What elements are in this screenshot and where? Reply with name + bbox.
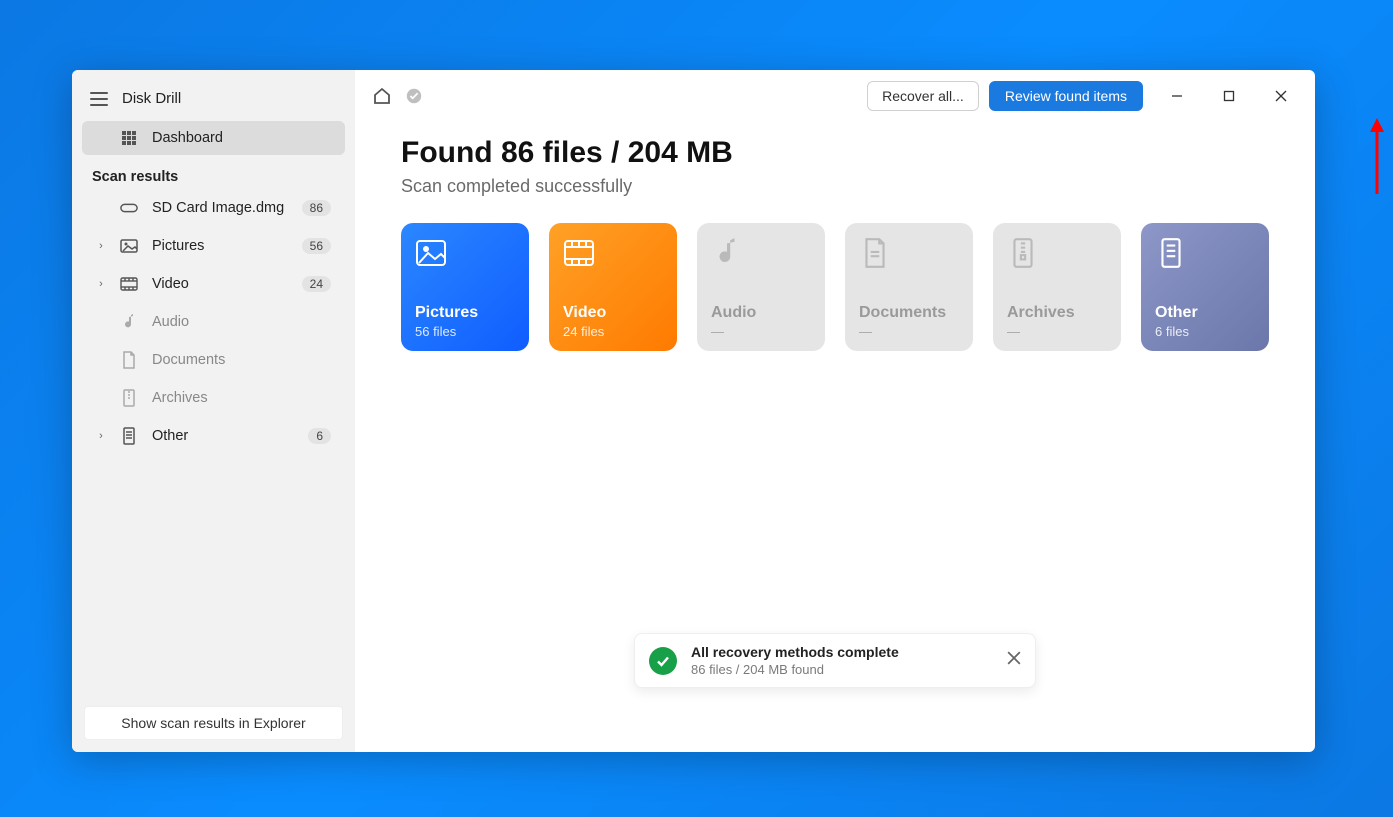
tile-video[interactable]: Video 24 files xyxy=(549,223,677,351)
recover-all-button[interactable]: Recover all... xyxy=(867,81,979,111)
tile-title: Pictures xyxy=(415,304,515,322)
tile-sub: — xyxy=(1007,324,1107,339)
toast-close-button[interactable] xyxy=(1007,651,1021,670)
sidebar-item-sdcard[interactable]: SD Card Image.dmg 86 xyxy=(82,191,345,225)
document-icon xyxy=(859,237,959,274)
category-tiles: Pictures 56 files Video 24 files xyxy=(401,223,1269,351)
sidebar-item-audio[interactable]: Audio xyxy=(82,305,345,339)
pictures-icon xyxy=(415,237,515,274)
check-badge-icon[interactable] xyxy=(403,85,425,107)
content: Found 86 files / 204 MB Scan completed s… xyxy=(355,122,1315,351)
window-maximize-button[interactable] xyxy=(1211,82,1247,110)
annotation-arrow xyxy=(1367,116,1387,196)
tile-audio[interactable]: Audio — xyxy=(697,223,825,351)
pictures-icon xyxy=(120,237,138,255)
tile-title: Other xyxy=(1155,304,1255,322)
page-title: Found 86 files / 204 MB xyxy=(401,136,1269,170)
count-badge: 86 xyxy=(302,200,331,216)
main-area: Recover all... Review found items Found … xyxy=(355,70,1315,752)
sidebar-item-label: SD Card Image.dmg xyxy=(152,200,284,216)
sidebar-item-archives[interactable]: Archives xyxy=(82,381,345,415)
sidebar: Disk Drill Dashboard Scan results SD Car… xyxy=(72,70,355,752)
tile-sub: 56 files xyxy=(415,324,515,339)
app-window: Disk Drill Dashboard Scan results SD Car… xyxy=(72,70,1315,752)
count-badge: 56 xyxy=(302,238,331,254)
toast-title: All recovery methods complete xyxy=(691,644,899,660)
audio-icon xyxy=(120,313,138,331)
sidebar-item-label: Other xyxy=(152,428,188,444)
success-check-icon xyxy=(649,647,677,675)
tile-pictures[interactable]: Pictures 56 files xyxy=(401,223,529,351)
video-icon xyxy=(120,275,138,293)
toast-sub: 86 files / 204 MB found xyxy=(691,662,899,677)
sidebar-item-label: Archives xyxy=(152,390,208,406)
window-minimize-button[interactable] xyxy=(1159,82,1195,110)
tile-title: Documents xyxy=(859,304,959,322)
window-close-button[interactable] xyxy=(1263,82,1299,110)
count-badge: 6 xyxy=(308,428,331,444)
sidebar-item-label: Audio xyxy=(152,314,189,330)
chevron-right-icon: › xyxy=(96,278,106,290)
sidebar-item-label: Documents xyxy=(152,352,225,368)
tile-title: Archives xyxy=(1007,304,1107,322)
video-icon xyxy=(563,237,663,274)
home-icon[interactable] xyxy=(371,85,393,107)
disk-icon xyxy=(120,199,138,217)
sidebar-section-label: Scan results xyxy=(72,159,355,191)
sidebar-item-pictures[interactable]: › Pictures 56 xyxy=(82,229,345,263)
sidebar-item-video[interactable]: › Video 24 xyxy=(82,267,345,301)
chevron-right-icon: › xyxy=(96,430,106,442)
tile-title: Video xyxy=(563,304,663,322)
toast-notification: All recovery methods complete 86 files /… xyxy=(634,633,1036,688)
menu-icon[interactable] xyxy=(90,92,108,106)
tile-other[interactable]: Other 6 files xyxy=(1141,223,1269,351)
count-badge: 24 xyxy=(302,276,331,292)
file-icon xyxy=(120,427,138,445)
page-subtitle: Scan completed successfully xyxy=(401,176,1269,197)
sidebar-item-label: Video xyxy=(152,276,189,292)
dashboard-icon xyxy=(120,129,138,147)
tile-sub: — xyxy=(711,324,811,339)
sidebar-header: Disk Drill xyxy=(72,82,355,121)
toolbar: Recover all... Review found items xyxy=(355,70,1315,122)
chevron-right-icon: › xyxy=(96,240,106,252)
file-icon xyxy=(1155,237,1255,274)
sidebar-item-label: Dashboard xyxy=(152,130,223,146)
sidebar-item-documents[interactable]: Documents xyxy=(82,343,345,377)
review-found-items-button[interactable]: Review found items xyxy=(989,81,1143,111)
tile-sub: — xyxy=(859,324,959,339)
tile-documents[interactable]: Documents — xyxy=(845,223,973,351)
app-title: Disk Drill xyxy=(122,90,181,107)
audio-icon xyxy=(711,237,811,274)
tile-archives[interactable]: Archives — xyxy=(993,223,1121,351)
sidebar-item-dashboard[interactable]: Dashboard xyxy=(82,121,345,155)
sidebar-item-label: Pictures xyxy=(152,238,204,254)
tile-title: Audio xyxy=(711,304,811,322)
archive-icon xyxy=(1007,237,1107,274)
tile-sub: 6 files xyxy=(1155,324,1255,339)
document-icon xyxy=(120,351,138,369)
tile-sub: 24 files xyxy=(563,324,663,339)
show-in-explorer-button[interactable]: Show scan results in Explorer xyxy=(84,706,343,740)
archive-icon xyxy=(120,389,138,407)
sidebar-item-other[interactable]: › Other 6 xyxy=(82,419,345,453)
